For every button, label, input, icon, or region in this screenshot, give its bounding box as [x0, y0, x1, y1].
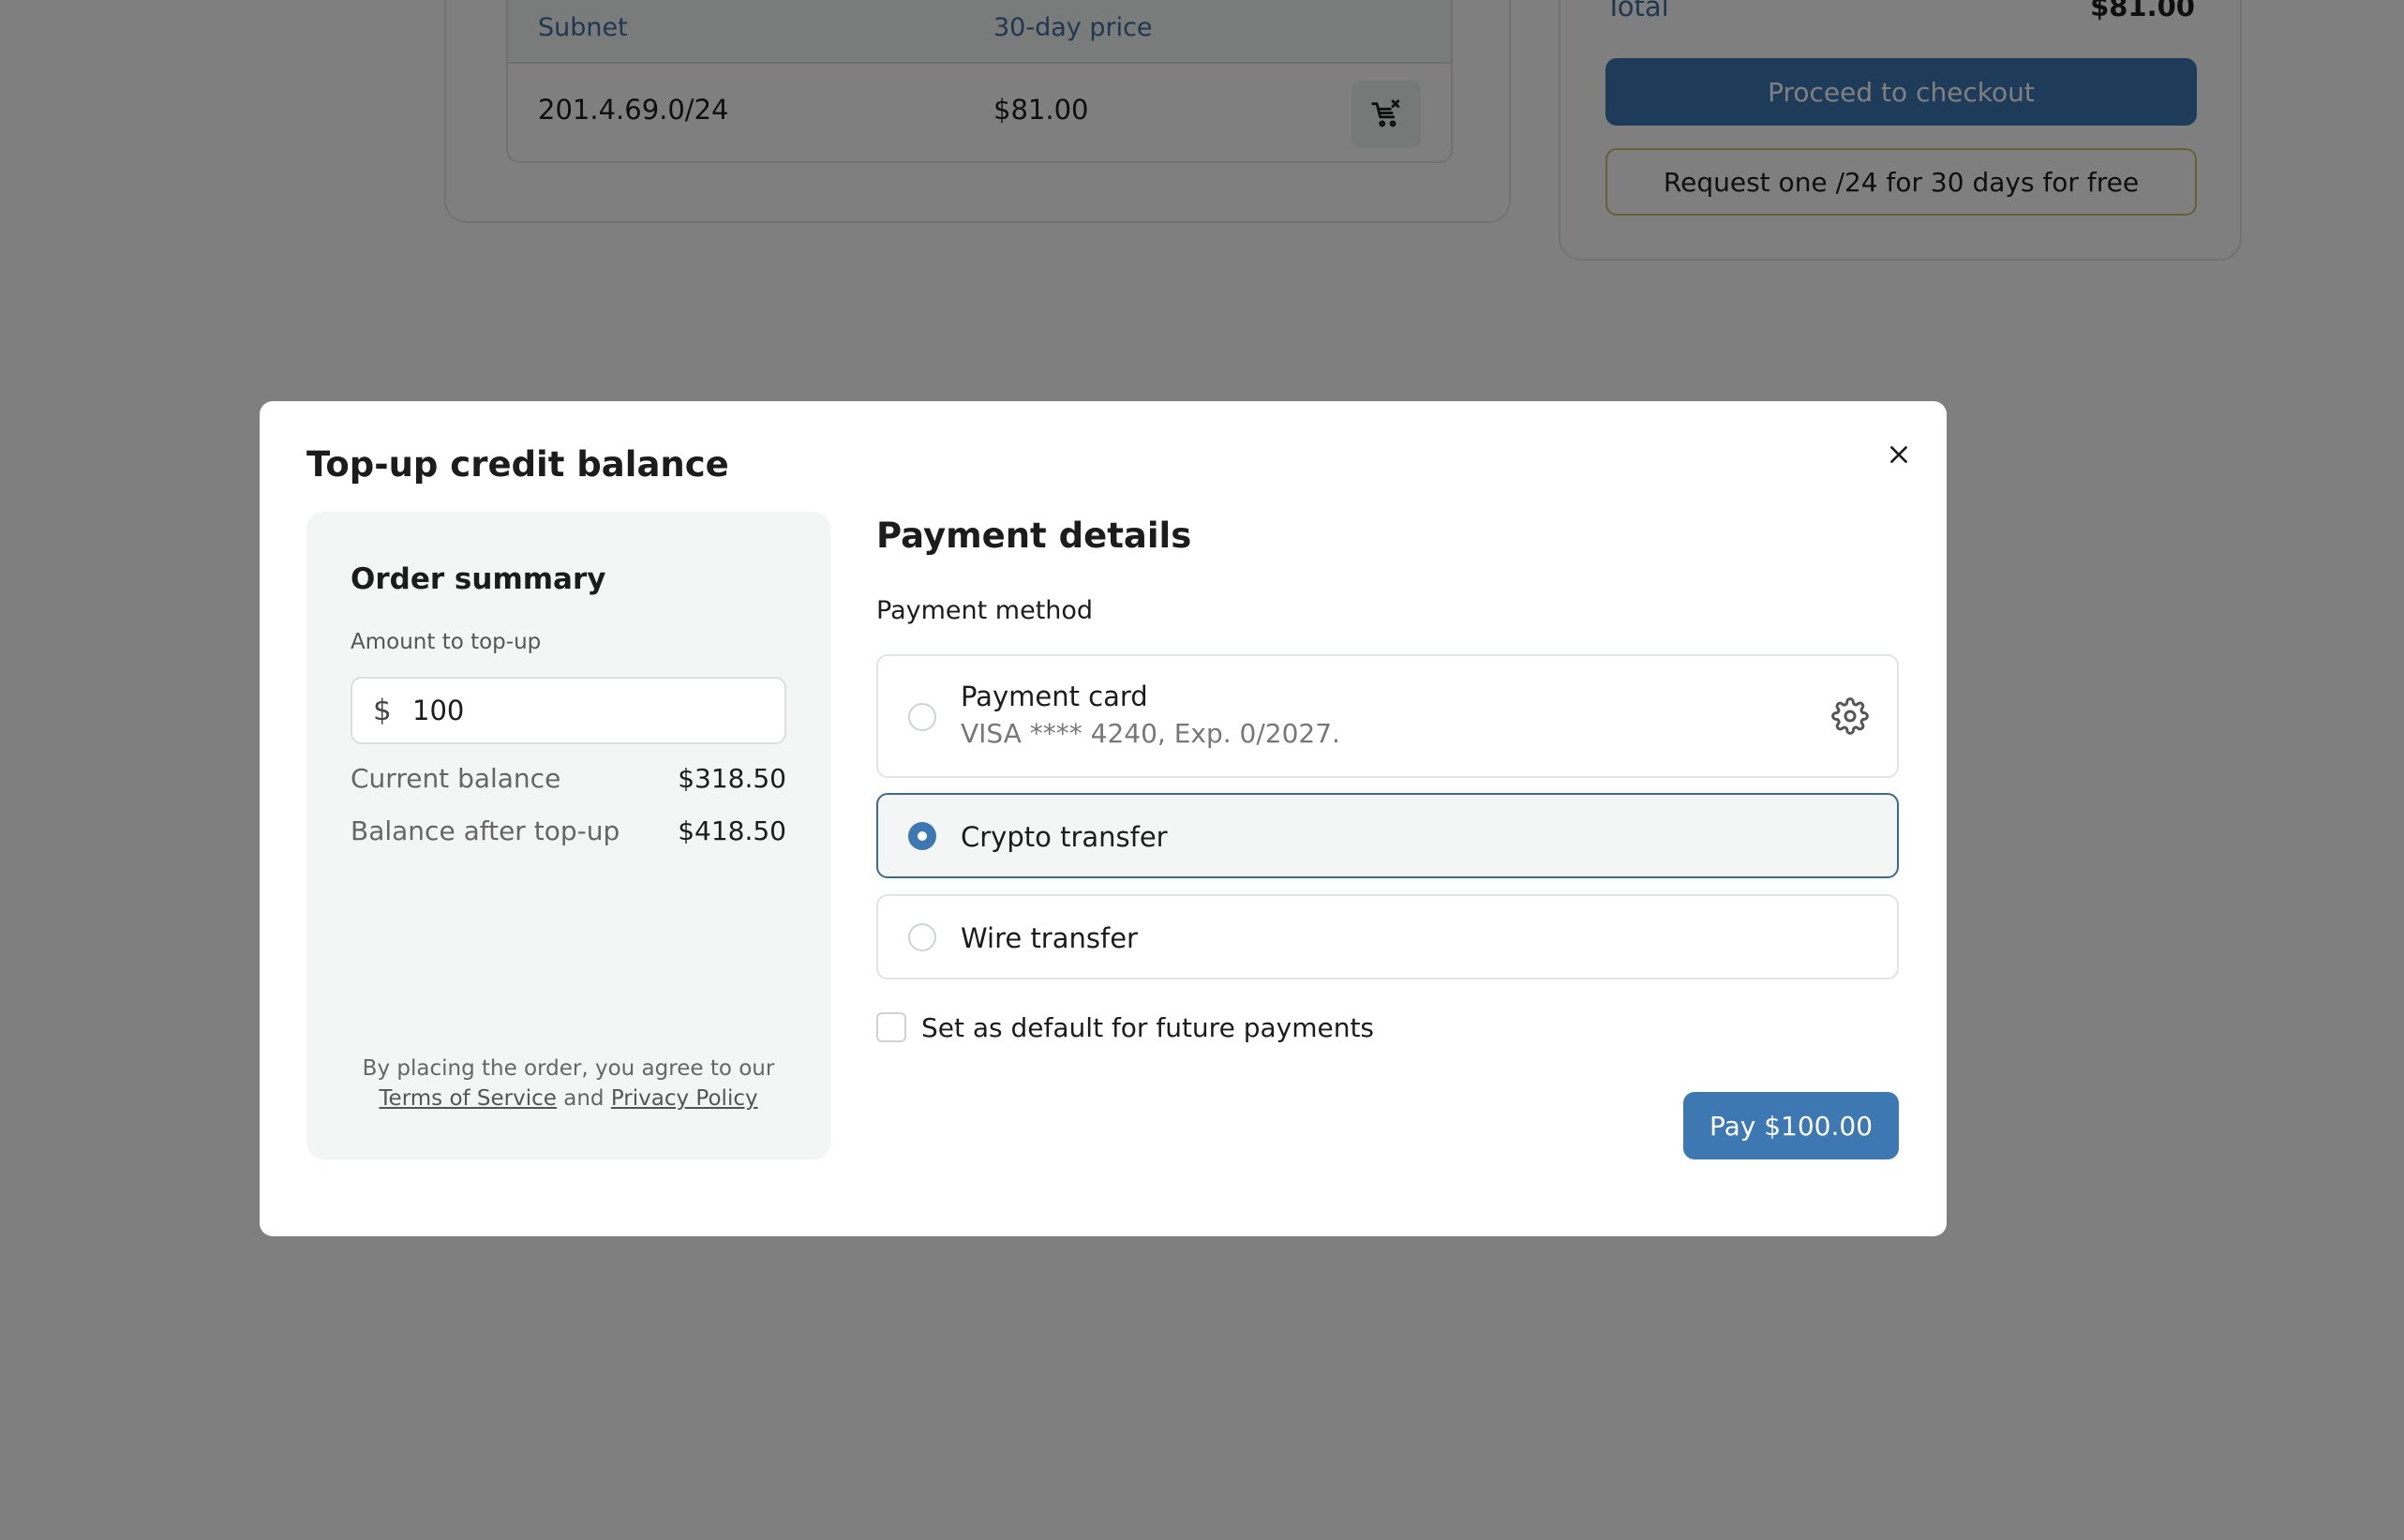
balance-after-value: $418.50 — [678, 815, 786, 846]
amount-label: Amount to top-up — [351, 630, 542, 654]
payment-option-card[interactable]: Payment card VISA **** 4240, Exp. 0/2027… — [876, 654, 1899, 778]
default-payment-checkbox[interactable] — [876, 1012, 906, 1042]
dollar-icon: $ — [373, 694, 392, 727]
terms-of-service-link[interactable]: Terms of Service — [379, 1086, 557, 1111]
close-icon — [1890, 446, 1907, 463]
radio-wire-transfer[interactable] — [908, 923, 936, 951]
terms-prefix: By placing the order, you agree to our — [362, 1056, 775, 1081]
radio-crypto-transfer[interactable] — [908, 822, 936, 850]
modal-title: Top-up credit balance — [306, 444, 729, 485]
terms-and: and — [563, 1086, 605, 1111]
order-summary-title: Order summary — [351, 562, 606, 596]
close-button[interactable] — [1877, 433, 1920, 476]
wire-transfer-title: Wire transfer — [961, 922, 1138, 954]
privacy-policy-link[interactable]: Privacy Policy — [611, 1086, 758, 1111]
pay-button[interactable]: Pay $100.00 — [1683, 1092, 1899, 1159]
balance-after-label: Balance after top-up — [351, 815, 620, 846]
current-balance-label: Current balance — [351, 763, 561, 794]
payment-method-label: Payment method — [876, 596, 1094, 625]
terms-notice: By placing the order, you agree to our T… — [306, 1054, 830, 1114]
payment-card-details: VISA **** 4240, Exp. 0/2027. — [961, 718, 1340, 749]
crypto-transfer-title: Crypto transfer — [961, 821, 1168, 853]
order-summary-panel: Order summary Amount to top-up $ Current… — [306, 512, 830, 1159]
payment-card-title: Payment card — [961, 680, 1148, 712]
current-balance-value: $318.50 — [678, 763, 786, 794]
radio-payment-card[interactable] — [908, 703, 936, 731]
default-payment-label[interactable]: Set as default for future payments — [921, 1012, 1374, 1043]
topup-modal: Top-up credit balance Order summary Amou… — [260, 401, 1947, 1236]
amount-field[interactable]: $ — [351, 677, 786, 744]
gear-icon[interactable] — [1831, 697, 1869, 735]
payment-option-crypto[interactable]: Crypto transfer — [876, 793, 1899, 878]
payment-option-wire[interactable]: Wire transfer — [876, 894, 1899, 979]
amount-input[interactable] — [412, 679, 769, 742]
payment-details-title: Payment details — [876, 516, 1192, 556]
